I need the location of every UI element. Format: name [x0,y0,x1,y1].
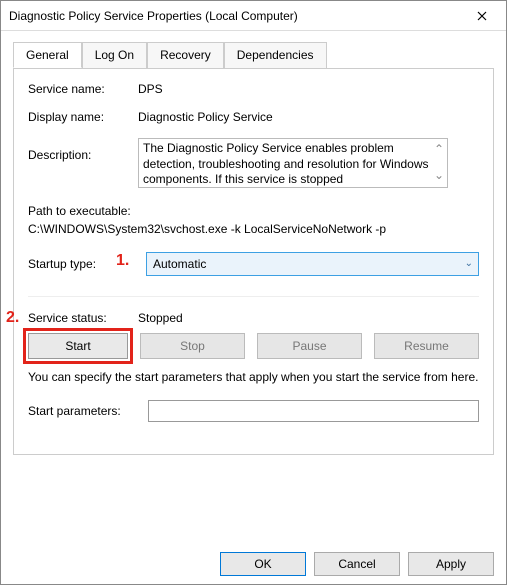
hint-text: You can specify the start parameters tha… [28,369,479,386]
ok-button[interactable]: OK [220,552,306,576]
chevron-up-icon[interactable]: ⌃ [434,142,444,158]
tab-logon[interactable]: Log On [82,42,147,68]
pause-button: Pause [257,333,362,359]
tab-recovery[interactable]: Recovery [147,42,224,68]
dialog-button-row: OK Cancel Apply [220,552,494,576]
label-startup-type: Startup type: [28,257,138,271]
tab-dependencies[interactable]: Dependencies [224,42,327,68]
stop-button: Stop [140,333,245,359]
value-path: C:\WINDOWS\System32\svchost.exe -k Local… [28,220,479,238]
annotation-2: 2. [6,309,19,327]
description-textbox[interactable]: The Diagnostic Policy Service enables pr… [138,138,448,188]
label-description: Description: [28,138,138,162]
label-start-parameters: Start parameters: [28,404,148,418]
window-title: Diagnostic Policy Service Properties (Lo… [9,9,460,23]
chevron-down-icon[interactable]: ⌄ [434,168,444,184]
label-service-status: Service status: [28,311,138,325]
tab-panel-general: Service name: DPS Display name: Diagnost… [13,68,494,455]
label-service-name: Service name: [28,82,138,96]
cancel-button[interactable]: Cancel [314,552,400,576]
value-startup-type: Automatic [153,257,206,271]
start-parameters-input[interactable] [148,400,479,422]
tab-general[interactable]: General [13,42,82,68]
start-button[interactable]: Start [28,333,128,359]
label-path: Path to executable: [28,202,479,220]
startup-type-select[interactable]: Automatic ⌄ [146,252,479,276]
chevron-down-icon: ⌄ [465,258,473,269]
apply-button[interactable]: Apply [408,552,494,576]
tab-strip: General Log On Recovery Dependencies [13,42,494,69]
title-bar: Diagnostic Policy Service Properties (Lo… [1,1,506,31]
close-button[interactable] [460,2,504,30]
close-icon [477,11,487,21]
value-service-name: DPS [138,82,479,96]
annotation-start-highlight: Start [23,328,133,364]
label-display-name: Display name: [28,110,138,124]
divider [28,296,479,297]
value-service-status: Stopped [138,311,183,325]
value-display-name: Diagnostic Policy Service [138,110,479,124]
resume-button: Resume [374,333,479,359]
description-scrollbar[interactable]: ⌃ ⌄ [431,139,447,187]
value-description: The Diagnostic Policy Service enables pr… [143,141,429,186]
